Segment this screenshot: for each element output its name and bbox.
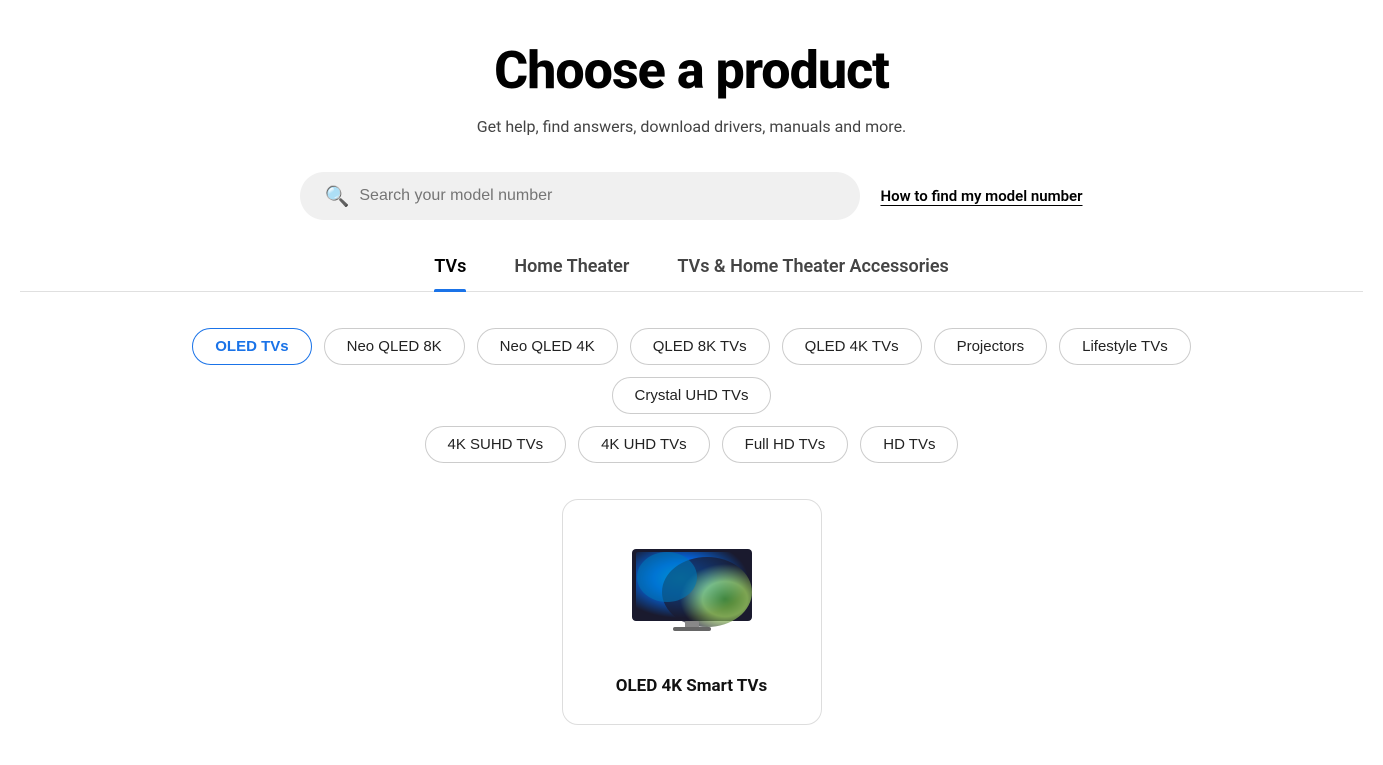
filter-lifestyle-tvs[interactable]: Lifestyle TVs <box>1059 328 1191 365</box>
filter-oled-tvs[interactable]: OLED TVs <box>192 328 311 365</box>
filter-qled-8k-tvs[interactable]: QLED 8K TVs <box>630 328 770 365</box>
tabs-row: TVs Home Theater TVs & Home Theater Acce… <box>20 256 1363 292</box>
product-card-oled-4k-smart-tvs[interactable]: OLED 4K Smart TVs <box>562 499 822 725</box>
filter-qled-4k-tvs[interactable]: QLED 4K TVs <box>782 328 922 365</box>
find-model-number-link[interactable]: How to find my model number <box>880 187 1082 205</box>
filter-4k-uhd-tvs[interactable]: 4K UHD TVs <box>578 426 710 463</box>
product-grid: OLED 4K Smart TVs <box>20 499 1363 725</box>
filter-neo-qled-4k[interactable]: Neo QLED 4K <box>477 328 618 365</box>
filter-projectors[interactable]: Projectors <box>934 328 1048 365</box>
search-input[interactable] <box>359 187 836 205</box>
product-image-area <box>612 532 772 652</box>
tab-accessories[interactable]: TVs & Home Theater Accessories <box>677 256 948 291</box>
tab-home-theater[interactable]: Home Theater <box>514 256 629 291</box>
filter-hd-tvs[interactable]: HD TVs <box>860 426 958 463</box>
product-image-tv <box>627 547 757 637</box>
page-title: Choose a product <box>20 40 1363 101</box>
filter-pills-row1: OLED TVs Neo QLED 8K Neo QLED 4K QLED 8K… <box>142 328 1242 414</box>
filter-crystal-uhd-tvs[interactable]: Crystal UHD TVs <box>612 377 772 414</box>
filter-4k-suhd-tvs[interactable]: 4K SUHD TVs <box>425 426 567 463</box>
page-subtitle: Get help, find answers, download drivers… <box>20 117 1363 136</box>
filter-neo-qled-8k[interactable]: Neo QLED 8K <box>324 328 465 365</box>
search-icon: 🔍 <box>324 184 349 208</box>
search-row: 🔍 How to find my model number <box>20 172 1363 220</box>
product-name: OLED 4K Smart TVs <box>616 676 768 696</box>
search-bar: 🔍 <box>300 172 860 220</box>
filter-full-hd-tvs[interactable]: Full HD TVs <box>722 426 849 463</box>
filter-pills-row2: 4K SUHD TVs 4K UHD TVs Full HD TVs HD TV… <box>142 426 1242 463</box>
tab-tvs[interactable]: TVs <box>434 256 466 291</box>
